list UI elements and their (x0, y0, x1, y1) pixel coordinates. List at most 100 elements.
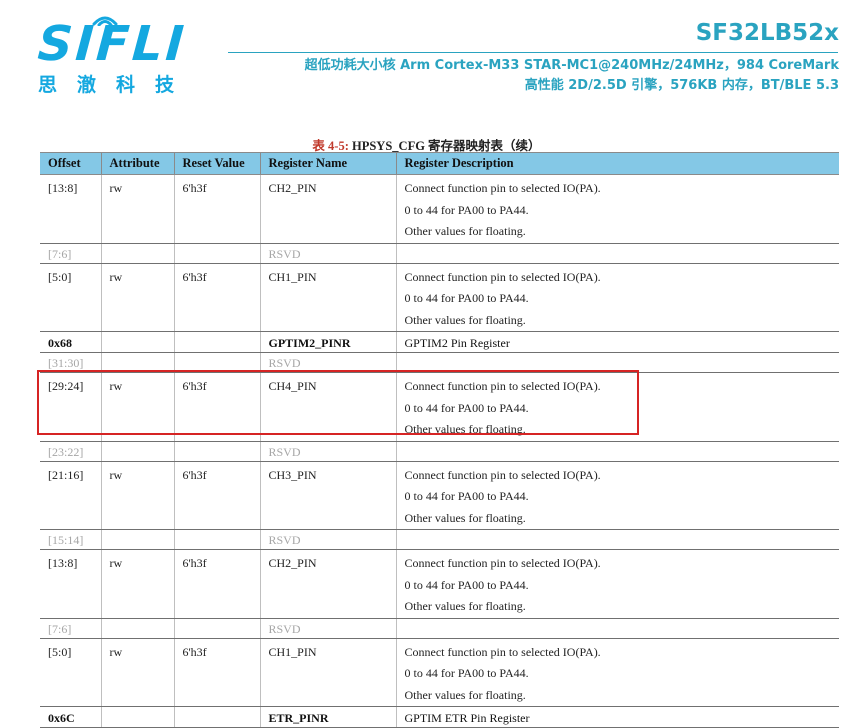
chip-subtitle-1: 超低功耗大小核 Arm Cortex-M33 STAR-MC1@240MHz/2… (304, 58, 839, 73)
description-line: 0 to 44 for PA00 to PA44. (404, 577, 529, 592)
reset-value-cell (173, 529, 260, 550)
offset-cell: [7:6] (40, 243, 101, 264)
description-line: Other values for floating. (404, 599, 526, 613)
attribute-cell: rw (100, 461, 174, 530)
description-line: 0 to 44 for PA00 to PA44. (404, 400, 529, 415)
reserved-row: [23:22] RSVD (40, 441, 839, 462)
register-name-cell: RSVD (259, 243, 396, 264)
register-name-cell: RSVD (259, 352, 396, 373)
description-cell (395, 618, 839, 639)
attribute-cell: rw (100, 263, 174, 332)
table-header-row: Offset Attribute Reset Value Register Na… (40, 152, 839, 175)
description-line: GPTIM ETR Pin Register (404, 711, 530, 725)
offset-cell: 0x6C (40, 706, 101, 728)
register-name-cell: GPTIM2_PINR (259, 331, 396, 353)
offset-cell: [7:6] (40, 618, 101, 639)
reset-value-cell: 6'h3f (173, 174, 260, 244)
reset-value-cell (173, 331, 260, 353)
description-line: Connect function pin to selected IO(PA). (404, 269, 601, 284)
offset-cell: [21:16] (40, 461, 101, 530)
description-cell: Connect function pin to selected IO(PA).… (395, 549, 839, 619)
description-cell (395, 352, 839, 373)
field-row: [5:0] rw 6'h3f CH1_PIN Connect function pin … (40, 263, 839, 332)
attribute-cell (100, 441, 174, 462)
description-line: GPTIM2 Pin Register (404, 336, 510, 350)
field-row: [21:16] rw 6'h3f CH3_PIN Connect function pi… (40, 461, 839, 530)
field-row: [13:8] rw 6'h3f CH2_PIN Connect function pin… (40, 549, 839, 619)
attribute-cell (100, 706, 174, 728)
description-line: Connect function pin to selected IO(PA). (404, 181, 601, 195)
offset-cell: [31:30] (40, 352, 101, 373)
reset-value-cell (173, 441, 260, 462)
reserved-row: [7:6] RSVD (40, 618, 839, 639)
reset-value-cell (173, 706, 260, 728)
attribute-cell: rw (100, 638, 174, 707)
offset-cell: [29:24] (40, 372, 101, 442)
offset-cell: [5:0] (40, 638, 101, 707)
reset-value-cell: 6'h3f (173, 549, 260, 619)
attribute-cell (100, 529, 174, 550)
reset-value-cell: 6'h3f (173, 461, 260, 530)
description-line: Other values for floating. (404, 687, 526, 702)
register-name-cell: CH2_PIN (259, 549, 396, 619)
description-line: Other values for floating. (404, 224, 526, 238)
description-line: Connect function pin to selected IO(PA). (404, 379, 601, 393)
description-line: 0 to 44 for PA00 to PA44. (404, 489, 529, 503)
register-row: 0x6C ETR_PINR GPTIM ETR Pin Register (40, 706, 839, 728)
reset-value-cell (173, 618, 260, 639)
table-caption-text: HPSYS_CFG 寄存器映射表（续） (348, 139, 541, 153)
register-name-cell: RSVD (259, 529, 396, 550)
reset-value-cell: 6'h3f (173, 263, 260, 332)
offset-cell: [5:0] (40, 263, 101, 332)
attribute-cell (100, 618, 174, 639)
description-line: Other values for floating. (404, 510, 526, 525)
col-offset: Offset (40, 152, 101, 175)
description-cell (395, 441, 839, 462)
col-register-description: Register Description (395, 152, 839, 175)
chip-subtitle-2: 高性能 2D/2.5D 引擎，576KB 内存，BT/BLE 5.3 (524, 78, 839, 93)
sifli-logo: SIFLI 思澈科技 (36, 8, 208, 98)
description-line: Connect function pin to selected IO(PA). (404, 556, 601, 570)
attribute-cell: rw (100, 372, 174, 442)
description-line: Connect function pin to selected IO(PA). (404, 467, 601, 482)
table-caption-number: 表 4-5: (312, 139, 349, 153)
description-cell: Connect function pin to selected IO(PA).… (395, 263, 839, 332)
register-name-cell: CH1_PIN (259, 263, 396, 332)
attribute-cell: rw (100, 549, 174, 619)
attribute-cell: rw (100, 174, 174, 244)
register-name-cell: CH4_PIN (259, 372, 396, 442)
description-line: Other values for floating. (404, 312, 526, 327)
description-line: Other values for floating. (404, 422, 526, 436)
description-line: Connect function pin to selected IO(PA). (404, 644, 601, 659)
reset-value-cell (173, 352, 260, 373)
col-attribute: Attribute (100, 152, 174, 175)
description-line: 0 to 44 for PA00 to PA44. (404, 202, 529, 217)
description-cell: GPTIM ETR Pin Register (395, 706, 839, 728)
description-cell (395, 529, 839, 550)
description-cell: Connect function pin to selected IO(PA).… (395, 372, 839, 442)
attribute-cell (100, 243, 174, 264)
field-row: [13:8] rw 6'h3f CH2_PIN Connect function pin… (40, 174, 839, 244)
reset-value-cell (173, 243, 260, 264)
offset-cell: [23:22] (40, 441, 101, 462)
logo-chinese-name: 思澈科技 (38, 74, 195, 96)
description-cell: GPTIM2 Pin Register (395, 331, 839, 353)
offset-cell: [15:14] (40, 529, 101, 550)
field-row: [5:0] rw 6'h3f CH1_PIN Connect function pin … (40, 638, 839, 707)
reserved-row: [7:6] RSVD (40, 243, 839, 264)
attribute-cell (100, 331, 174, 353)
col-reset-value: Reset Value (173, 152, 260, 175)
offset-cell: [13:8] (40, 549, 101, 619)
register-name-cell: RSVD (259, 441, 396, 462)
attribute-cell (100, 352, 174, 373)
logo-text: SIFLI (36, 16, 189, 72)
register-name-cell: ETR_PINR (259, 706, 396, 728)
reserved-row: [15:14] RSVD (40, 529, 839, 550)
col-register-name: Register Name (259, 152, 396, 175)
register-map-table: Offset Attribute Reset Value Register Na… (40, 152, 839, 728)
register-name-cell: CH3_PIN (259, 461, 396, 530)
field-row: [29:24] rw 6'h3f CH4_PIN Connect function pi… (40, 372, 839, 442)
register-name-cell: RSVD (259, 618, 396, 639)
description-cell: Connect function pin to selected IO(PA).… (395, 461, 839, 530)
description-cell: Connect function pin to selected IO(PA).… (395, 638, 839, 707)
